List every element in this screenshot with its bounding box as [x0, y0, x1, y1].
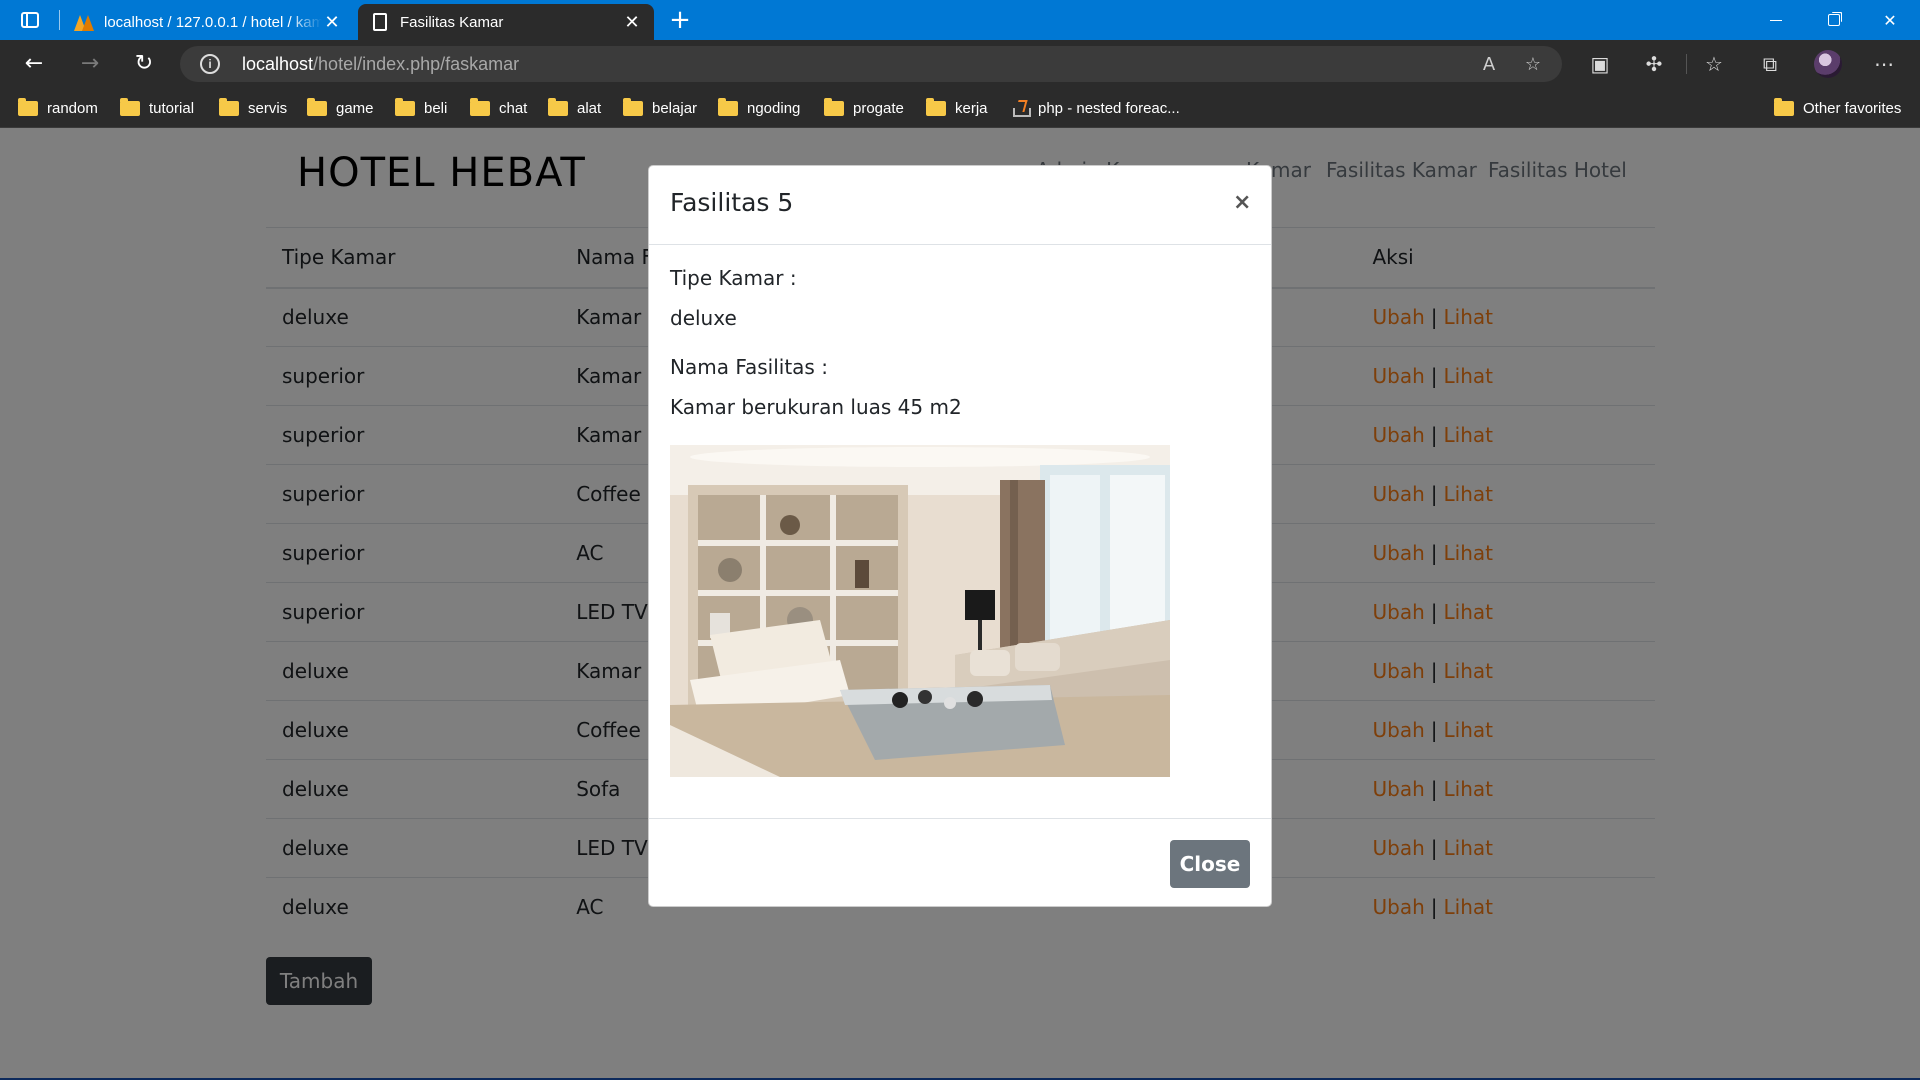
url-host: localhost — [242, 54, 314, 74]
bookmark-folder[interactable]: servis — [219, 96, 287, 120]
read-aloud-icon[interactable]: A — [1478, 54, 1500, 76]
reload-button[interactable]: ↻ — [126, 46, 162, 82]
browser-titlebar: localhost / 127.0.0.1 / hotel / kamar ✕ … — [0, 0, 1920, 40]
close-button[interactable]: Close — [1170, 840, 1250, 888]
tab-phpmyadmin[interactable]: localhost / 127.0.0.1 / hotel / kamar ✕ — [62, 4, 354, 40]
forward-button[interactable]: → — [72, 46, 108, 82]
folder-icon — [623, 97, 643, 116]
restore-button[interactable] — [1806, 0, 1862, 40]
nama-fasilitas-label: Nama Fasilitas : — [670, 355, 828, 379]
close-tab-icon[interactable]: ✕ — [622, 12, 642, 32]
folder-icon — [548, 97, 568, 116]
bookmark-folder[interactable]: kerja — [926, 96, 988, 120]
close-tab-icon[interactable]: ✕ — [322, 12, 342, 32]
bookmark-folder[interactable]: chat — [470, 96, 527, 120]
folder-icon — [18, 97, 38, 116]
browser-toolbar: ← → ↻ i localhost/hotel/index.php/faskam… — [0, 40, 1920, 88]
folder-icon — [926, 97, 946, 116]
collections-icon[interactable]: ⧉ — [1758, 52, 1782, 76]
folder-icon — [120, 97, 140, 116]
url-path: /hotel/index.php/faskamar — [313, 54, 520, 74]
close-icon[interactable]: × — [1233, 190, 1251, 215]
page-icon — [370, 12, 390, 32]
room-image-svg — [670, 445, 1170, 777]
bookmark-link[interactable]: php - nested foreac... — [1012, 96, 1180, 120]
folder-icon — [1774, 97, 1794, 116]
tab-separator — [59, 10, 60, 30]
modal-footer: Close — [649, 818, 1271, 906]
living-room-photo — [670, 445, 1170, 777]
bookmark-label: alat — [577, 99, 602, 117]
bookmark-folder[interactable]: progate — [824, 96, 904, 120]
bookmark-folder[interactable]: belajar — [623, 96, 697, 120]
tipe-kamar-value: deluxe — [670, 306, 737, 330]
modal-title: Fasilitas 5 — [670, 188, 794, 217]
favorite-star-icon[interactable]: ☆ — [1522, 54, 1544, 76]
folder-icon — [307, 97, 327, 116]
tab-title: localhost / 127.0.0.1 / hotel / kamar — [104, 13, 322, 31]
extensions-collection-icon[interactable]: ▣ — [1588, 52, 1612, 76]
tab-actions-icon[interactable] — [14, 6, 46, 34]
close-window-button[interactable]: ✕ — [1862, 0, 1918, 40]
bookmark-folder[interactable]: ngoding — [718, 96, 800, 120]
site-info-icon[interactable]: i — [200, 54, 220, 74]
folder-icon — [470, 97, 490, 116]
bookmark-label: Other favorites — [1803, 99, 1902, 117]
folder-icon — [824, 97, 844, 116]
favorites-icon[interactable]: ☆ — [1702, 52, 1726, 76]
bookmarks-bar: random tutorial servis game beli chat al… — [0, 88, 1920, 128]
bookmark-label: tutorial — [149, 99, 195, 117]
profile-avatar[interactable] — [1814, 50, 1842, 78]
bookmark-label: random — [47, 99, 98, 117]
other-favorites[interactable]: Other favorites — [1774, 96, 1901, 120]
bookmark-folder[interactable]: beli — [395, 96, 447, 120]
bookmark-label: ngoding — [747, 99, 801, 117]
tab-title: Fasilitas Kamar — [400, 13, 504, 31]
bookmark-label: belajar — [652, 99, 698, 117]
bookmark-label: servis — [248, 99, 288, 117]
bookmark-label: game — [336, 99, 374, 117]
puzzle-extensions-icon[interactable]: ✣ — [1642, 52, 1666, 76]
bookmark-label: progate — [853, 99, 904, 117]
detail-modal: Fasilitas 5 × Tipe Kamar : deluxe Nama F… — [648, 165, 1272, 907]
nama-fasilitas-value: Kamar berukuran luas 45 m2 — [670, 395, 962, 419]
back-button[interactable]: ← — [16, 46, 52, 82]
url-text[interactable]: localhost/hotel/index.php/faskamar — [242, 54, 519, 75]
bookmark-label: kerja — [955, 99, 988, 117]
modal-header: Fasilitas 5 × — [649, 166, 1271, 245]
address-bar[interactable]: i localhost/hotel/index.php/faskamar A ☆ — [180, 46, 1562, 82]
folder-icon — [395, 97, 415, 116]
bookmark-label: chat — [499, 99, 528, 117]
minimize-button[interactable] — [1748, 0, 1804, 40]
folder-icon — [718, 97, 738, 116]
stackoverflow-icon — [1012, 99, 1031, 117]
bookmark-folder[interactable]: game — [307, 96, 374, 120]
more-menu-icon[interactable]: ⋯ — [1872, 52, 1896, 76]
tipe-kamar-label: Tipe Kamar : — [670, 266, 797, 290]
phpmyadmin-icon — [74, 12, 94, 32]
bookmark-folder[interactable]: alat — [548, 96, 601, 120]
toolbar-divider — [1686, 54, 1687, 74]
bookmark-folder[interactable]: tutorial — [120, 96, 194, 120]
bookmark-folder[interactable]: random — [18, 96, 98, 120]
tab-fasilitas-kamar[interactable]: Fasilitas Kamar ✕ — [358, 4, 654, 40]
new-tab-button[interactable]: + — [664, 6, 696, 34]
folder-icon — [219, 97, 239, 116]
bookmark-label: php - nested foreac... — [1038, 99, 1180, 117]
bookmark-label: beli — [424, 99, 448, 117]
